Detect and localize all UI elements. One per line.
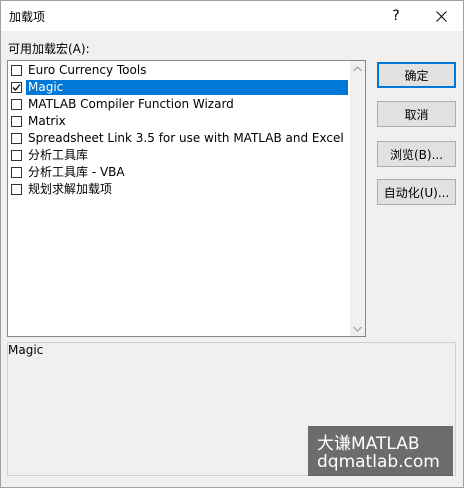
addin-label: MATLAB Compiler Function Wizard — [28, 97, 234, 111]
addin-item[interactable]: Matrix — [8, 113, 350, 130]
close-icon — [435, 10, 447, 22]
cancel-button[interactable]: 取消 — [377, 101, 456, 127]
close-button[interactable] — [421, 1, 461, 31]
addin-checkbox[interactable] — [11, 65, 22, 76]
automation-button[interactable]: 自动化(U)... — [377, 179, 456, 205]
addin-label: 分析工具库 — [28, 148, 89, 162]
help-icon: ? — [392, 8, 400, 24]
chevron-down-icon — [353, 326, 362, 332]
addin-item[interactable]: Spreadsheet Link 3.5 for use with MATLAB… — [8, 130, 350, 147]
watermark: 大谦MATLAB dqmatlab.com — [308, 426, 453, 476]
browse-button[interactable]: 浏览(B)... — [377, 141, 456, 167]
addin-checkbox[interactable] — [11, 133, 22, 144]
available-addins-label: 可用加载宏(A): — [8, 42, 90, 56]
addin-checkbox[interactable] — [11, 167, 22, 178]
addin-label: Euro Currency Tools — [28, 63, 147, 77]
chevron-up-icon — [353, 65, 362, 71]
addin-item[interactable]: 分析工具库 - VBA — [8, 164, 350, 181]
addin-checkbox[interactable] — [11, 116, 22, 127]
vertical-scrollbar[interactable] — [350, 61, 365, 336]
title-bar: 加载项 ? — [1, 1, 463, 31]
dialog-title: 加载项 — [9, 10, 46, 24]
scroll-up-button[interactable] — [350, 61, 365, 76]
addin-label: Matrix — [28, 114, 66, 128]
check-icon — [12, 84, 21, 91]
addin-checkbox[interactable] — [11, 150, 22, 161]
addin-item[interactable]: 分析工具库 — [8, 147, 350, 164]
addin-checkbox[interactable] — [11, 82, 22, 93]
addin-description: Magic — [8, 343, 44, 357]
addin-label: Spreadsheet Link 3.5 for use with MATLAB… — [28, 131, 344, 145]
watermark-url: dqmatlab.com — [317, 452, 440, 472]
addin-item[interactable]: Magic — [8, 79, 350, 96]
addin-item[interactable]: Euro Currency Tools — [8, 62, 350, 79]
addin-label: 分析工具库 - VBA — [28, 165, 125, 179]
help-button[interactable]: ? — [376, 1, 416, 31]
addins-listbox[interactable]: Euro Currency Tools Magic MATLAB Compiler … — [7, 60, 366, 337]
watermark-title: 大谦MATLAB — [317, 434, 420, 454]
addin-label: 规划求解加载项 — [28, 182, 113, 196]
scroll-down-button[interactable] — [350, 321, 365, 336]
addin-item[interactable]: 规划求解加载项 — [8, 181, 350, 198]
addin-label: Magic — [26, 80, 348, 95]
addin-checkbox[interactable] — [11, 184, 22, 195]
ok-button[interactable]: 确定 — [377, 62, 456, 88]
addin-item[interactable]: MATLAB Compiler Function Wizard — [8, 96, 350, 113]
addin-checkbox[interactable] — [11, 99, 22, 110]
